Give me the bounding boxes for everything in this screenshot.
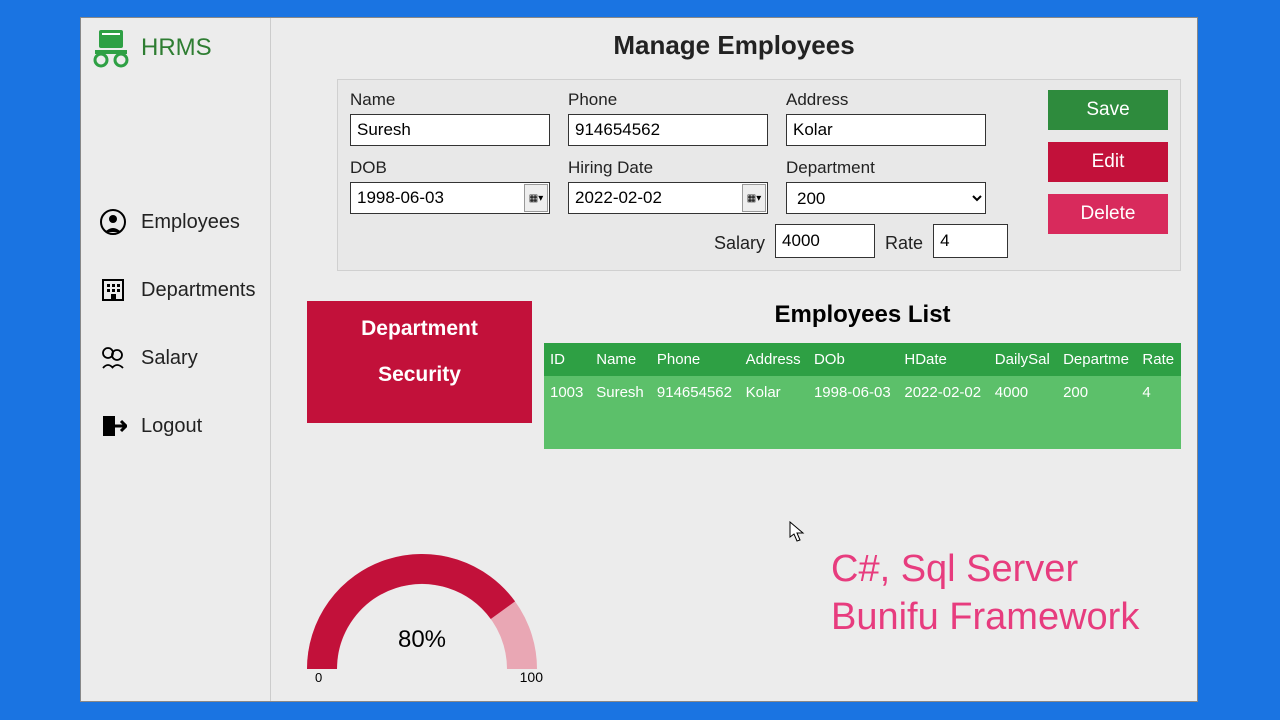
nav: Employees Departments Salary	[81, 188, 270, 460]
gauge: 80% 0 100	[297, 534, 547, 689]
sidebar: HRMS Employees Departments	[81, 18, 271, 701]
employee-form: Name DOB ▦▾ Phone Hiring Date ▦▾	[337, 79, 1181, 271]
gauge-value: 80%	[297, 626, 547, 654]
tech-caption: C#, Sql Server Bunifu Framework	[831, 546, 1139, 641]
edit-button[interactable]: Edit	[1048, 142, 1168, 182]
sidebar-item-employees[interactable]: Employees	[81, 188, 270, 256]
rate-label: Rate	[885, 233, 923, 258]
col-hdate[interactable]: HDate	[898, 343, 988, 376]
col-rate[interactable]: Rate	[1136, 343, 1181, 376]
col-name[interactable]: Name	[590, 343, 651, 376]
phone-input[interactable]	[568, 114, 768, 146]
salary-label: Salary	[714, 233, 765, 258]
dept-card-title: Department	[319, 317, 520, 341]
gauge-min: 0	[315, 670, 322, 685]
employees-table[interactable]: ID Name Phone Address DOb HDate DailySal…	[544, 343, 1181, 449]
user-icon	[99, 208, 127, 236]
name-input[interactable]	[350, 114, 550, 146]
name-label: Name	[350, 90, 550, 110]
table-row[interactable]: 1003 Suresh 914654562 Kolar 1998-06-03 2…	[544, 376, 1181, 409]
dept-card-value: Security	[319, 363, 520, 387]
hrms-logo-icon	[91, 28, 131, 68]
dept-select[interactable]: 200	[786, 182, 986, 214]
page-title: Manage Employees	[287, 30, 1181, 61]
save-button[interactable]: Save	[1048, 90, 1168, 130]
address-label: Address	[786, 90, 1008, 110]
col-dob[interactable]: DOb	[808, 343, 898, 376]
col-phone[interactable]: Phone	[651, 343, 740, 376]
salary-icon	[99, 344, 127, 372]
sidebar-item-departments[interactable]: Departments	[81, 256, 270, 324]
sidebar-item-label: Logout	[141, 415, 202, 438]
col-id[interactable]: ID	[544, 343, 590, 376]
app-window: HRMS Employees Departments	[80, 17, 1198, 702]
dob-input[interactable]	[350, 182, 550, 214]
sidebar-item-label: Salary	[141, 347, 198, 370]
calendar-icon[interactable]: ▦▾	[524, 184, 548, 212]
table-empty-row	[544, 409, 1181, 449]
cursor-icon	[789, 521, 805, 543]
gauge-icon	[302, 534, 542, 684]
calendar-icon[interactable]: ▦▾	[742, 184, 766, 212]
logo: HRMS	[81, 28, 270, 78]
department-card: Department Security	[307, 301, 532, 423]
col-dailysal[interactable]: DailySal	[989, 343, 1057, 376]
building-icon	[99, 276, 127, 304]
logout-icon	[99, 412, 127, 440]
gauge-max: 100	[520, 669, 543, 685]
delete-button[interactable]: Delete	[1048, 194, 1168, 234]
address-input[interactable]	[786, 114, 986, 146]
sidebar-item-salary[interactable]: Salary	[81, 324, 270, 392]
sidebar-item-logout[interactable]: Logout	[81, 392, 270, 460]
col-address[interactable]: Address	[740, 343, 808, 376]
phone-label: Phone	[568, 90, 768, 110]
list-title: Employees List	[544, 301, 1181, 329]
sidebar-item-label: Departments	[141, 279, 256, 302]
hiring-input[interactable]	[568, 182, 768, 214]
employees-list: Employees List ID Name Phone Address DOb…	[544, 301, 1181, 449]
sidebar-item-label: Employees	[141, 211, 240, 234]
salary-input[interactable]	[775, 224, 875, 258]
rate-input[interactable]	[933, 224, 1008, 258]
dob-label: DOB	[350, 158, 550, 178]
dept-label: Department	[786, 158, 1008, 178]
col-dept[interactable]: Departme	[1057, 343, 1136, 376]
app-name: HRMS	[141, 34, 212, 62]
main-content: Manage Employees Name DOB ▦▾ Phone Hirin…	[271, 18, 1197, 701]
hiring-label: Hiring Date	[568, 158, 768, 178]
